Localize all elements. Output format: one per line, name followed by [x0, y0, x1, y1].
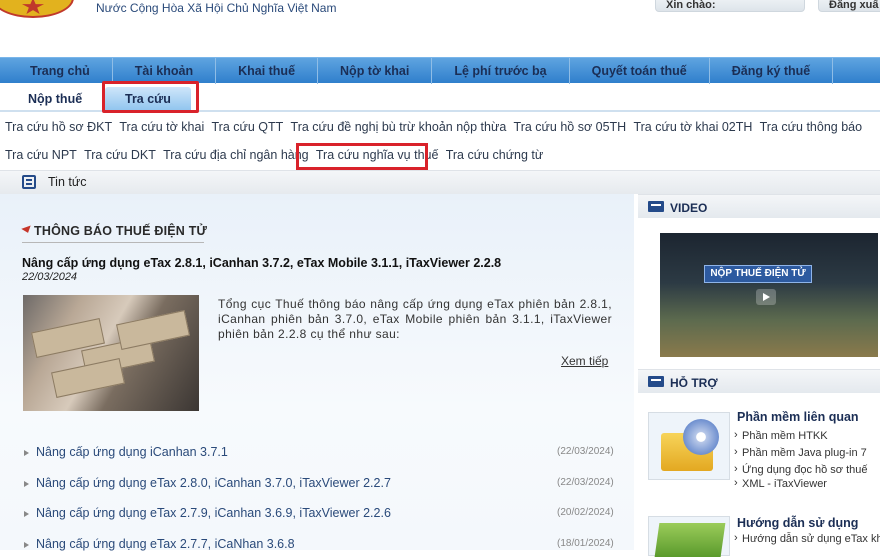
logout-button[interactable]: Đăng xuấ: [818, 0, 880, 12]
site-title: Nước Cộng Hòa Xã Hội Chủ Nghĩa Việt Nam: [96, 1, 337, 15]
link-tra-cuu-npt[interactable]: Tra cứu NPT: [5, 148, 77, 162]
article-image[interactable]: [23, 295, 199, 411]
link-tra-cuu-ho-so-dkt[interactable]: Tra cứu hồ sơ ĐKT: [5, 120, 112, 134]
news-icon: [22, 175, 36, 189]
link-tra-cuu-dkt[interactable]: Tra cứu DKT: [84, 148, 156, 162]
nav-dang-ky-thue[interactable]: Đăng ký thuế: [710, 58, 834, 84]
news-item-title: Nâng cấp ứng dụng eTax 2.7.9, iCanhan 3.…: [36, 506, 391, 520]
support-heading: Phần mềm liên quan: [737, 410, 859, 424]
article-title[interactable]: Nâng cấp ứng dụng eTax 2.8.1, iCanhan 3.…: [22, 256, 501, 270]
video-header: VIDEO: [638, 194, 880, 218]
guide-heading: Hướng dẫn sử dụng: [737, 516, 859, 530]
news-bar: Tin tức: [0, 170, 880, 194]
support-link-htkk[interactable]: Phần mềm HTKK: [734, 429, 828, 442]
read-more-link[interactable]: Xem tiếp: [561, 354, 608, 368]
news-item[interactable]: Nâng cấp ứng dụng eTax 2.8.0, iCanhan 3.…: [24, 476, 391, 490]
nav-le-phi-truoc-ba[interactable]: Lệ phí trước bạ: [432, 58, 570, 84]
support-link-itaxviewer[interactable]: Ứng dụng đọc hồ sơ thuế: [734, 463, 868, 476]
news-item-title: Nâng cấp ứng dụng eTax 2.8.0, iCanhan 3.…: [36, 476, 391, 490]
link-tra-cuu-dia-chi-ngan-hang[interactable]: Tra cứu địa chỉ ngân hàng: [163, 148, 309, 162]
greeting-box: Xin chào:: [655, 0, 805, 12]
support-icon: [648, 376, 664, 387]
link-tra-cuu-to-khai[interactable]: Tra cứu tờ khai: [119, 120, 204, 134]
link-tra-cuu-to-khai-02th[interactable]: Tra cứu tờ khai 02TH: [633, 120, 752, 134]
nav-khai-thue[interactable]: Khai thuế: [216, 58, 319, 84]
video-label: VIDEO: [670, 201, 708, 215]
news-panel: THÔNG BÁO THUẾ ĐIỆN TỬ Nâng cấp ứng dụng…: [0, 194, 634, 551]
right-sidebar: VIDEO NỘP THUẾ ĐIỆN TỬ HỖ TRỢ Phần mềm l…: [638, 194, 880, 557]
link-tra-cuu-thong-bao[interactable]: Tra cứu thông báo: [760, 120, 862, 134]
news-item[interactable]: Nâng cấp ứng dụng eTax 2.7.9, iCanhan 3.…: [24, 506, 391, 520]
section-heading-text: THÔNG BÁO THUẾ ĐIỆN TỬ: [34, 224, 208, 238]
bullet-arrow-icon: [24, 510, 29, 517]
bullet-arrow-icon: [24, 541, 29, 548]
links-row-1: Tra cứu hồ sơ ĐKT Tra cứu tờ khai Tra cứ…: [5, 120, 866, 134]
links-row-2: Tra cứu NPT Tra cứu DKT Tra cứu địa chỉ …: [5, 148, 547, 162]
news-item-date: (20/02/2024): [557, 507, 614, 518]
tab-nop-thue[interactable]: Nộp thuế: [8, 87, 102, 111]
play-icon[interactable]: [756, 289, 776, 305]
software-folder-icon: [648, 412, 730, 480]
highlight-box-tab: [102, 81, 199, 113]
highlight-box-link: [296, 143, 428, 170]
national-emblem-icon: [0, 0, 74, 18]
nav-nop-to-khai[interactable]: Nộp tờ khai: [318, 58, 433, 84]
site-header: Nước Cộng Hòa Xã Hội Chủ Nghĩa Việt Nam …: [0, 0, 880, 55]
link-tra-cuu-chung-tu[interactable]: Tra cứu chứng từ: [446, 148, 544, 162]
link-tra-cuu-ho-so-05th[interactable]: Tra cứu hồ sơ 05TH: [514, 120, 627, 134]
nav-trang-chu[interactable]: Trang chủ: [0, 58, 113, 84]
main-nav: Trang chủ Tài khoản Khai thuế Nộp tờ kha…: [0, 57, 880, 84]
article-summary: Tổng cục Thuế thông báo nâng cấp ứng dụn…: [218, 297, 612, 341]
news-label: Tin tức: [48, 175, 87, 189]
section-heading: THÔNG BÁO THUẾ ĐIỆN TỬ: [22, 224, 207, 238]
link-tra-cuu-de-nghi-bu-tru[interactable]: Tra cứu đề nghị bù trừ khoản nộp thừa: [291, 120, 507, 134]
bullet-arrow-icon: [24, 480, 29, 487]
support-header: HỖ TRỢ: [638, 369, 880, 393]
video-icon: [648, 201, 664, 212]
video-caption: NỘP THUẾ ĐIỆN TỬ: [704, 265, 812, 283]
news-item[interactable]: Nâng cấp ứng dụng iCanhan 3.7.1: [24, 445, 228, 459]
section-divider: [22, 242, 204, 243]
guide-link[interactable]: Hướng dẫn sử dụng eTax khai: [734, 532, 880, 545]
support-label: HỖ TRỢ: [670, 376, 718, 390]
news-item-date: (18/01/2024): [557, 538, 614, 549]
lookup-links: Tra cứu hồ sơ ĐKT Tra cứu tờ khai Tra cứ…: [0, 114, 880, 169]
news-item-date: (22/03/2024): [557, 477, 614, 488]
article-date: 22/03/2024: [22, 271, 78, 283]
video-player[interactable]: NỘP THUẾ ĐIỆN TỬ: [660, 233, 878, 357]
news-item-title: Nâng cấp ứng dụng iCanhan 3.7.1: [36, 445, 228, 459]
news-item-date: (22/03/2024): [557, 446, 614, 457]
support-link-itaxviewer-2[interactable]: XML - iTaxViewer: [734, 477, 827, 490]
support-link-java[interactable]: Phần mềm Java plug-in 7: [734, 446, 867, 459]
link-tra-cuu-qtt[interactable]: Tra cứu QTT: [212, 120, 284, 134]
guide-book-icon: [648, 516, 730, 557]
bullet-arrow-icon: [24, 449, 29, 456]
nav-quyet-toan-thue[interactable]: Quyết toán thuế: [570, 58, 710, 84]
news-item-title: Nâng cấp ứng dụng eTax 2.7.7, iCaNhan 3.…: [36, 537, 295, 551]
news-item[interactable]: Nâng cấp ứng dụng eTax 2.7.7, iCaNhan 3.…: [24, 537, 295, 551]
